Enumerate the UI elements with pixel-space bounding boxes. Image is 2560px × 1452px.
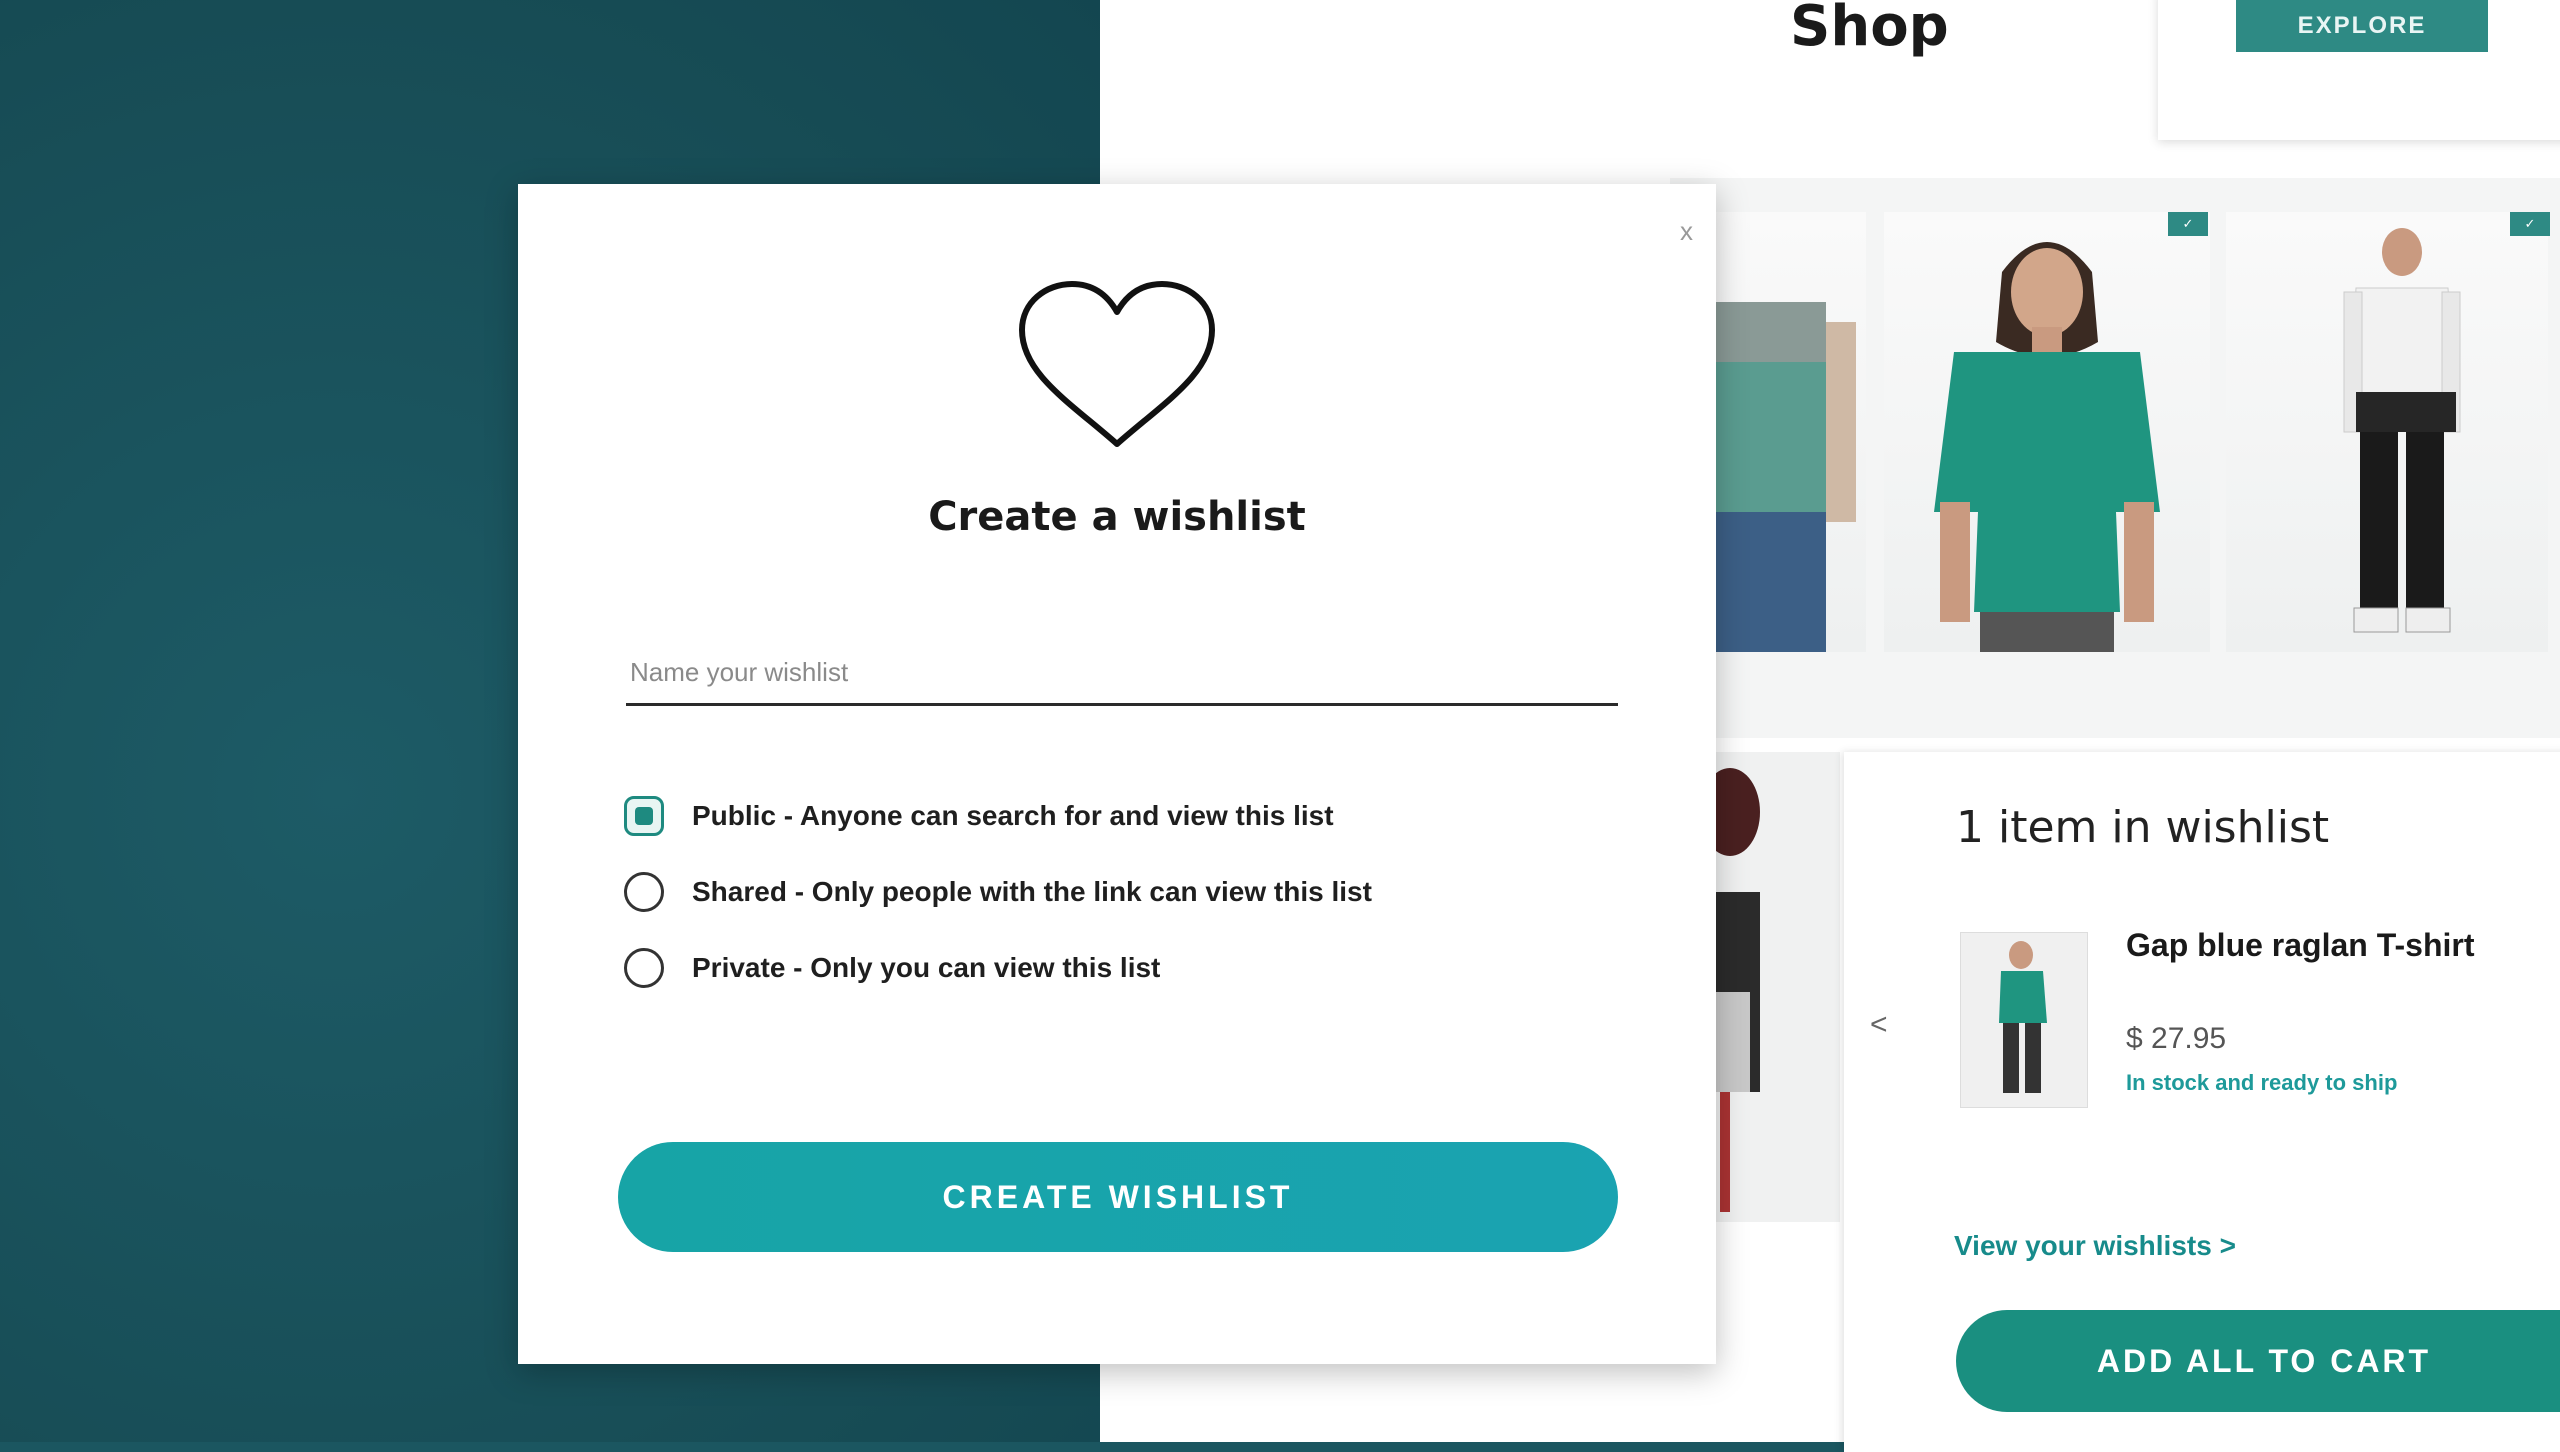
- product-image: [2343, 228, 2461, 633]
- wishlist-item-name[interactable]: Gap blue raglan T-shirt: [2126, 922, 2526, 968]
- chevron-left-icon[interactable]: <: [1870, 1008, 1888, 1042]
- badge-icon: ✓: [2168, 212, 2208, 236]
- badge-icon: ✓: [2510, 212, 2550, 236]
- explore-button[interactable]: EXPLORE: [2236, 0, 2488, 52]
- option-label: Private - Only you can view this list: [692, 952, 1161, 983]
- wishlist-item-price: $ 27.95: [2126, 1022, 2227, 1055]
- shop-title: Shop: [1790, 0, 1949, 59]
- privacy-option-private[interactable]: Private - Only you can view this list: [624, 948, 1160, 988]
- wishlist-item-status: In stock and ready to ship: [2126, 1070, 2398, 1095]
- add-all-to-cart-button[interactable]: ADD ALL TO CART: [1956, 1310, 2560, 1412]
- product-image: [1700, 768, 1760, 1212]
- product-card[interactable]: [1884, 212, 2210, 652]
- wishlist-panel: < 1 item in wishlist Gap blue raglan T-s…: [1844, 752, 2560, 1452]
- privacy-option-public[interactable]: Public - Anyone can search for and view …: [624, 796, 1334, 836]
- radio-checked-icon[interactable]: [624, 796, 664, 836]
- product-image: [1716, 302, 1856, 652]
- privacy-option-shared[interactable]: Shared - Only people with the link can v…: [624, 872, 1372, 912]
- wishlist-item-image[interactable]: [1960, 932, 2088, 1108]
- radio-icon[interactable]: [624, 948, 664, 988]
- product-card[interactable]: [1700, 752, 1840, 1222]
- wishlist-name-input[interactable]: [626, 642, 1618, 706]
- product-card[interactable]: [2226, 212, 2548, 652]
- product-thumbnail: [1999, 941, 2047, 1093]
- close-icon[interactable]: x: [1680, 216, 1693, 247]
- modal-title: Create a wishlist: [928, 494, 1306, 540]
- top-card: EXPLORE: [2158, 0, 2560, 140]
- create-wishlist-button[interactable]: CREATE WISHLIST: [618, 1142, 1618, 1252]
- heart-icon: [1019, 281, 1215, 447]
- option-label: Public - Anyone can search for and view …: [692, 800, 1334, 831]
- product-card[interactable]: [1716, 212, 1866, 652]
- view-wishlists-link[interactable]: View your wishlists >: [1954, 1230, 2236, 1262]
- option-label: Shared - Only people with the link can v…: [692, 876, 1372, 907]
- wishlist-count-title: 1 item in wishlist: [1956, 802, 2330, 853]
- create-wishlist-modal: x Create a wishlist Public - Anyone can …: [518, 184, 1716, 1364]
- product-image: [1934, 242, 2160, 652]
- radio-icon[interactable]: [624, 872, 664, 912]
